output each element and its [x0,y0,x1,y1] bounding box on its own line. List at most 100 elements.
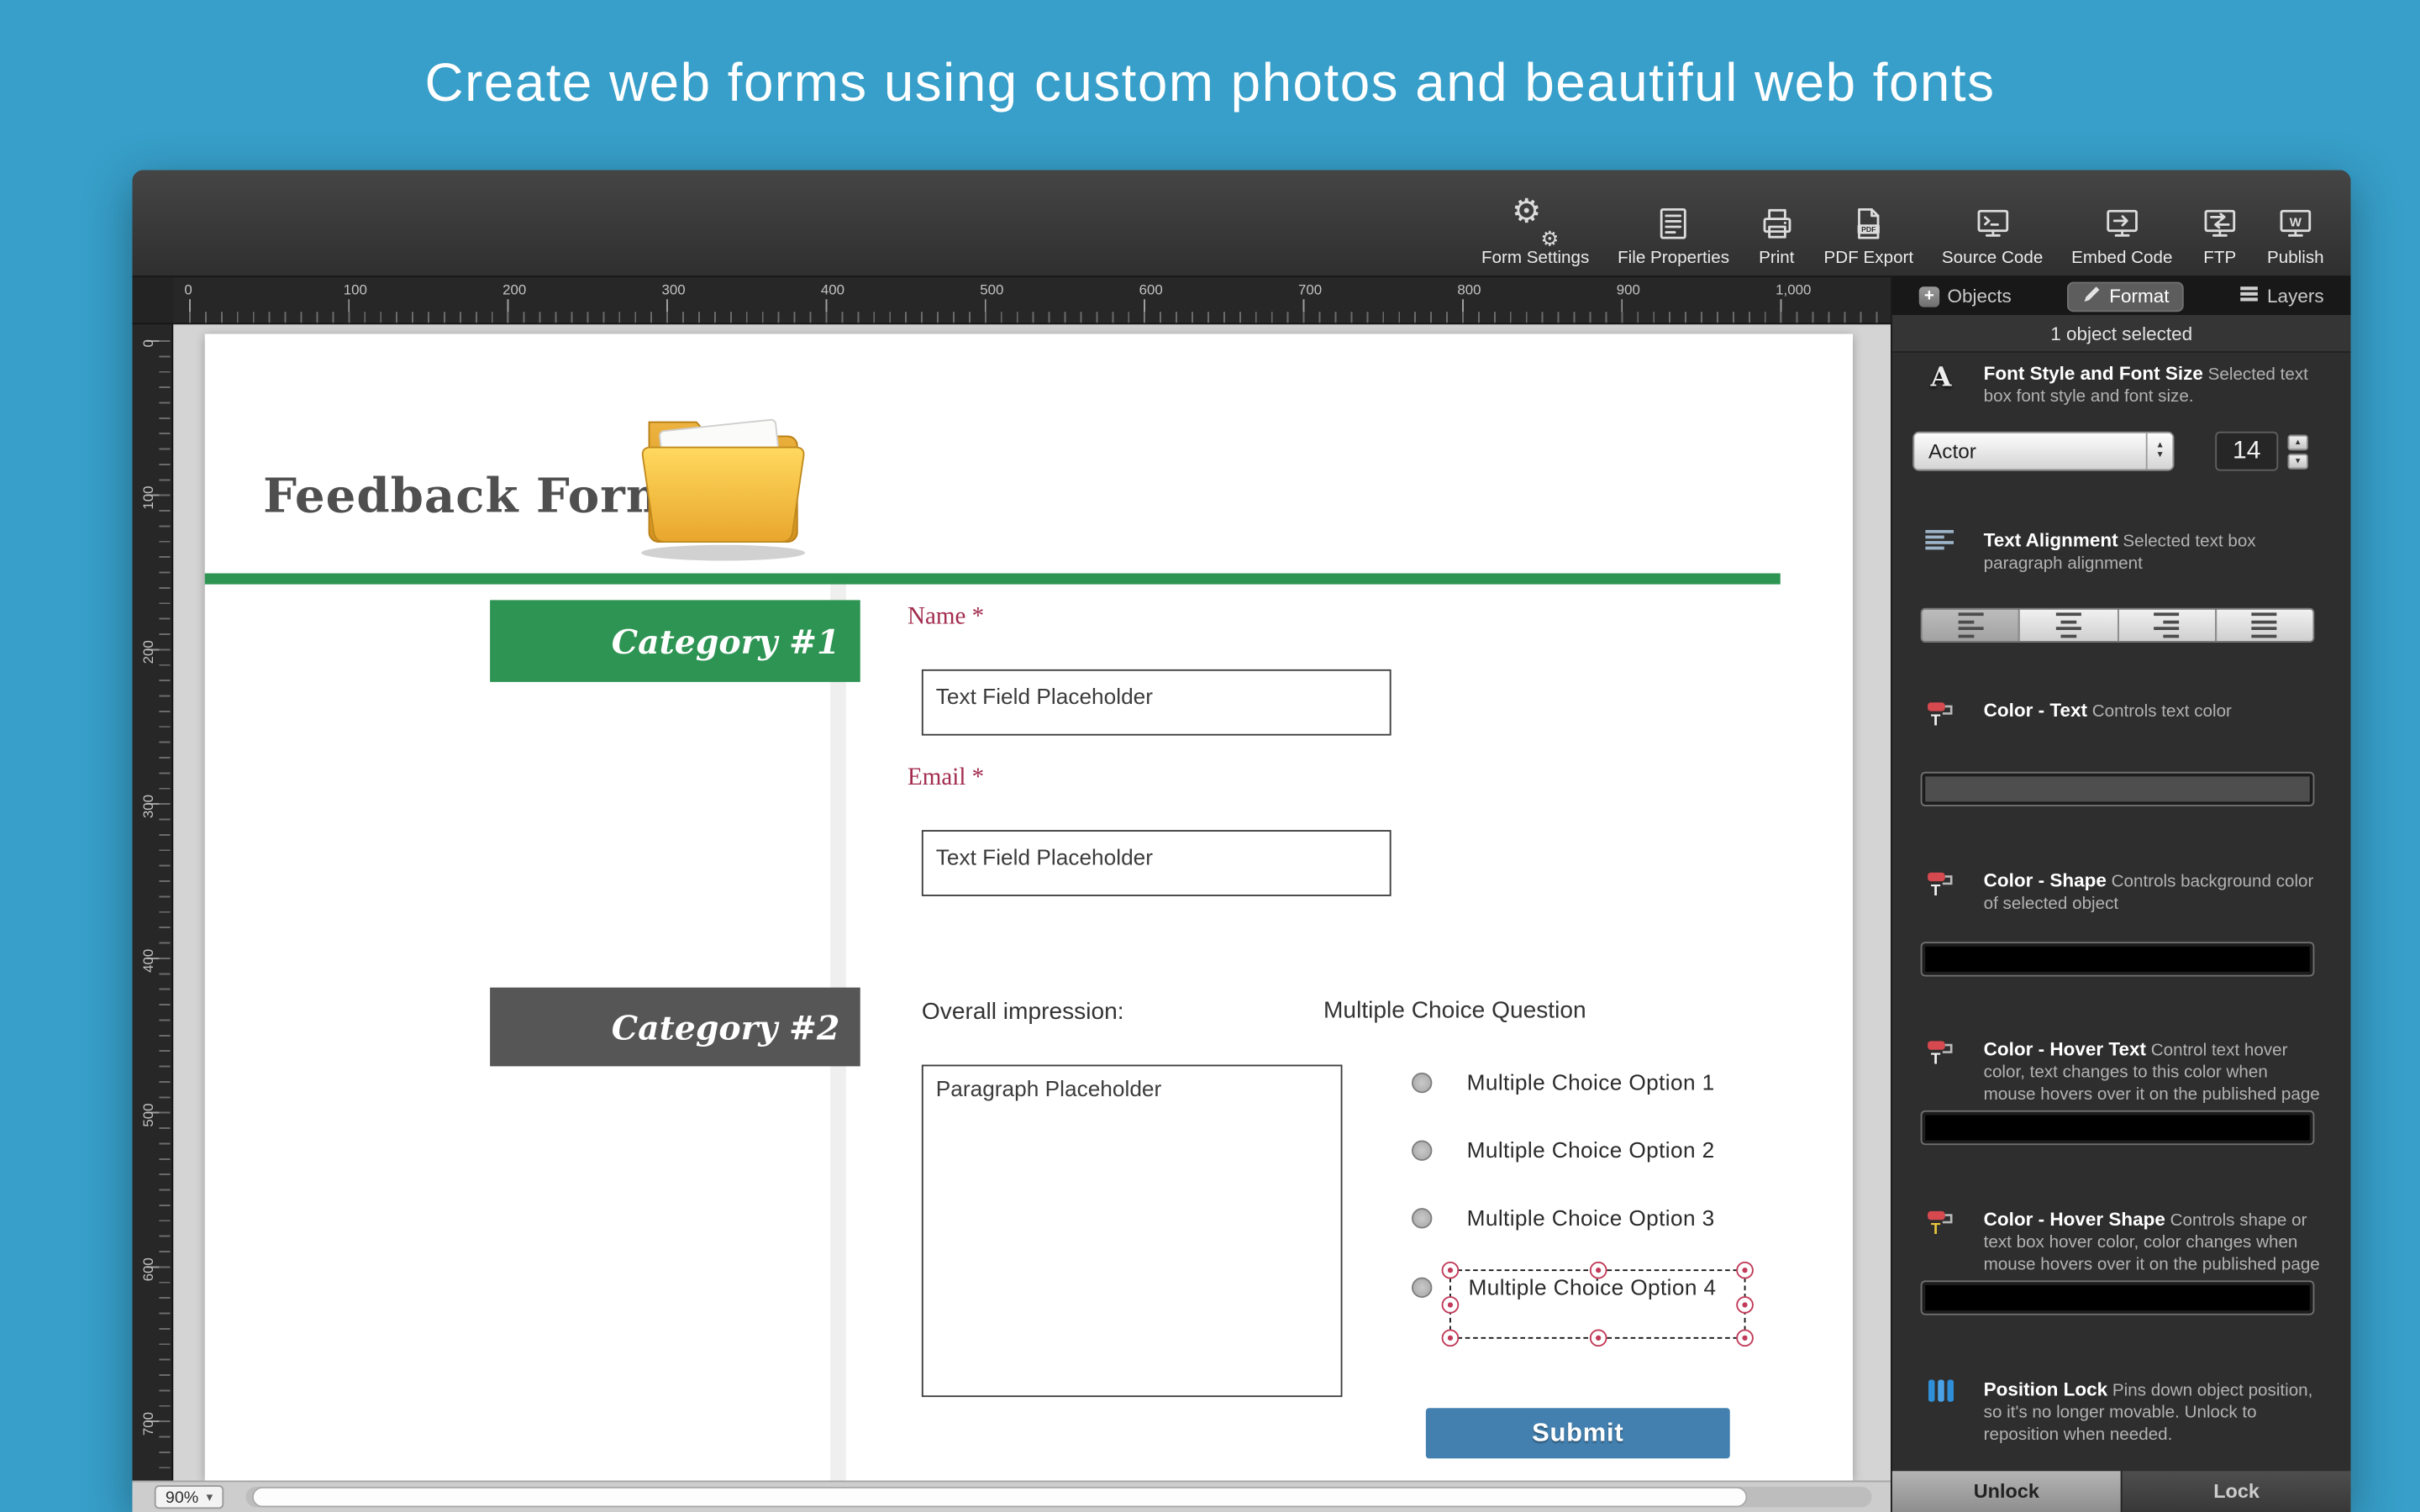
align-justify-button[interactable] [2216,609,2313,642]
lock-button[interactable]: Lock [2122,1471,2351,1512]
ruler-label: 1,000 [1776,281,1812,298]
unlock-button[interactable]: Unlock [1891,1471,2123,1512]
color-shape-section: T Color - Shape Controls background colo… [1892,869,2351,977]
section-title: Color - Hover Shape [1983,1208,2165,1231]
toolbar-button-pdf-export[interactable]: PDF PDF Export [1810,200,1928,268]
font-style-icon: A [1930,362,1952,394]
hover-shape-color-swatch[interactable] [1920,1280,2315,1315]
name-label[interactable]: Name * [908,603,984,632]
font-family-dropdown[interactable]: Actor ▲ ▼ [1912,431,2175,471]
radio-icon[interactable] [1412,1276,1433,1298]
ruler-label: 400 [820,281,845,298]
ruler-label: 200 [502,281,527,298]
canvas-statusbar: 90% ▾ [132,1480,1891,1512]
toolbar-button-form-settings[interactable]: ⚙ ⚙ Form Settings [1467,193,1603,268]
paragraph-field[interactable]: Paragraph Placeholder [921,1064,1343,1398]
toolbar-button-ftp[interactable]: FTP [2186,200,2253,268]
stepper-up-icon[interactable]: ▲ [2287,433,2308,450]
toolbar-button-label: Embed Code [2071,249,2173,268]
text-color-swatch[interactable] [1920,771,2315,806]
tab-format[interactable]: Format [2066,281,2184,312]
toolbar-button-source-code[interactable]: Source Code [1928,200,2057,268]
font-size-field[interactable]: 14 [2215,431,2279,471]
radio-icon[interactable] [1412,1139,1433,1160]
submit-button[interactable]: Submit [1425,1408,1730,1459]
align-center-button[interactable] [2020,609,2118,642]
font-size-stepper[interactable]: ▲ ▼ [2287,433,2308,469]
radio-icon[interactable] [1412,1071,1433,1093]
pencil-icon [2081,284,2102,309]
svg-text:T: T [1931,1220,1941,1236]
tab-objects[interactable]: + Objects [1905,281,2026,312]
category2-box[interactable]: Category #2 [490,987,860,1067]
shape-color-swatch[interactable] [1920,942,2315,977]
radio-icon[interactable] [1412,1207,1433,1228]
align-left-button[interactable] [1922,609,2021,642]
chevron-down-icon: ▾ [206,1489,213,1504]
divider-line[interactable] [204,573,1781,585]
source-code-icon [1974,200,2012,247]
selection-handle[interactable] [1589,1261,1607,1279]
dropdown-arrows-icon: ▲ ▼ [2145,433,2173,470]
email-label[interactable]: Email * [908,764,984,792]
multiple-choice-option-2[interactable]: Multiple Choice Option 2 [1412,1136,1715,1164]
selection-handle[interactable] [1441,1329,1460,1347]
panel-body: A Font Style and Font Size Selected text… [1891,353,2351,1512]
selection-handle[interactable] [1736,1296,1754,1314]
folder-image[interactable] [627,387,819,564]
category2-label: Category #2 [611,1007,840,1047]
name-field[interactable]: Text Field Placeholder [921,669,1392,736]
selection-handle[interactable] [1736,1329,1754,1347]
selection-handle[interactable] [1441,1261,1460,1279]
toolbar-button-label: Form Settings [1481,249,1590,268]
gears-icon: ⚙ ⚙ [1512,193,1560,251]
multiple-choice-question-label[interactable]: Multiple Choice Question [1323,997,1586,1024]
tab-label: Format [2109,285,2170,307]
color-text-section: T Color - Text Controls text color [1892,700,2351,806]
multiple-choice-option-1[interactable]: Multiple Choice Option 1 [1412,1068,1715,1096]
ruler-label: 700 [1298,281,1323,298]
panel-tabbar: + Objects Format Layers [1891,277,2351,315]
submit-button-label: Submit [1532,1418,1624,1447]
selection-handle[interactable] [1589,1329,1607,1347]
selection-handle[interactable] [1736,1261,1754,1279]
horizontal-scrollbar[interactable] [245,1487,1872,1508]
ruler-label: 700 [139,1411,156,1436]
overall-impression-label[interactable]: Overall impression: [922,999,1124,1026]
zoom-control[interactable]: 90% ▾ [154,1485,224,1509]
ruler-label: 400 [139,948,156,973]
format-panel: + Objects Format Layers 1 object selecte… [1891,277,2351,1512]
paragraph-placeholder: Paragraph Placeholder [935,1075,1162,1101]
vertical-ruler: 0 100 200 300 400 500 600 700 [132,324,174,1481]
ruler-label: 500 [980,281,1004,298]
scrollbar-thumb[interactable] [252,1487,1749,1508]
pdf-icon: PDF [1849,200,1887,247]
hover-text-color-swatch[interactable] [1920,1110,2315,1146]
toolbar-button-print[interactable]: Print [1744,200,1810,268]
ruler-label: 200 [139,640,156,664]
banner-title: Create web forms using custom photos and… [424,52,1996,113]
toolbar-button-file-properties[interactable]: File Properties [1603,200,1744,268]
toolbar-button-label: FTP [2203,249,2237,268]
tab-layers[interactable]: Layers [2224,281,2338,312]
svg-text:T: T [1931,881,1941,898]
section-desc: Controls text color [2091,702,2232,722]
paint-roller-icon: T [1921,1208,1962,1244]
ruler-label: 800 [1457,281,1481,298]
category1-box[interactable]: Category #1 [490,600,860,682]
toolbar-button-publish[interactable]: W Publish [2253,200,2338,268]
option-label: Multiple Choice Option 1 [1466,1069,1715,1095]
email-field[interactable]: Text Field Placeholder [921,830,1392,896]
paint-roller-icon: T [1921,869,1962,906]
selection-handle[interactable] [1441,1296,1460,1314]
form-title[interactable]: Feedback Form [263,470,676,525]
multiple-choice-option-3[interactable]: Multiple Choice Option 3 [1412,1204,1715,1232]
section-title: Color - Shape [1983,869,2107,892]
align-right-button[interactable] [2118,609,2217,642]
section-title: Font Style and Font Size [1983,362,2203,385]
toolbar-button-embed-code[interactable]: Embed Code [2057,200,2186,268]
stepper-down-icon[interactable]: ▼ [2287,453,2308,469]
multiple-choice-option-4[interactable] [1412,1273,1433,1301]
color-hover-text-section: T Color - Hover Text Control text hover … [1892,1038,2351,1146]
selected-object-outline[interactable]: Multiple Choice Option 4 [1441,1261,1754,1347]
